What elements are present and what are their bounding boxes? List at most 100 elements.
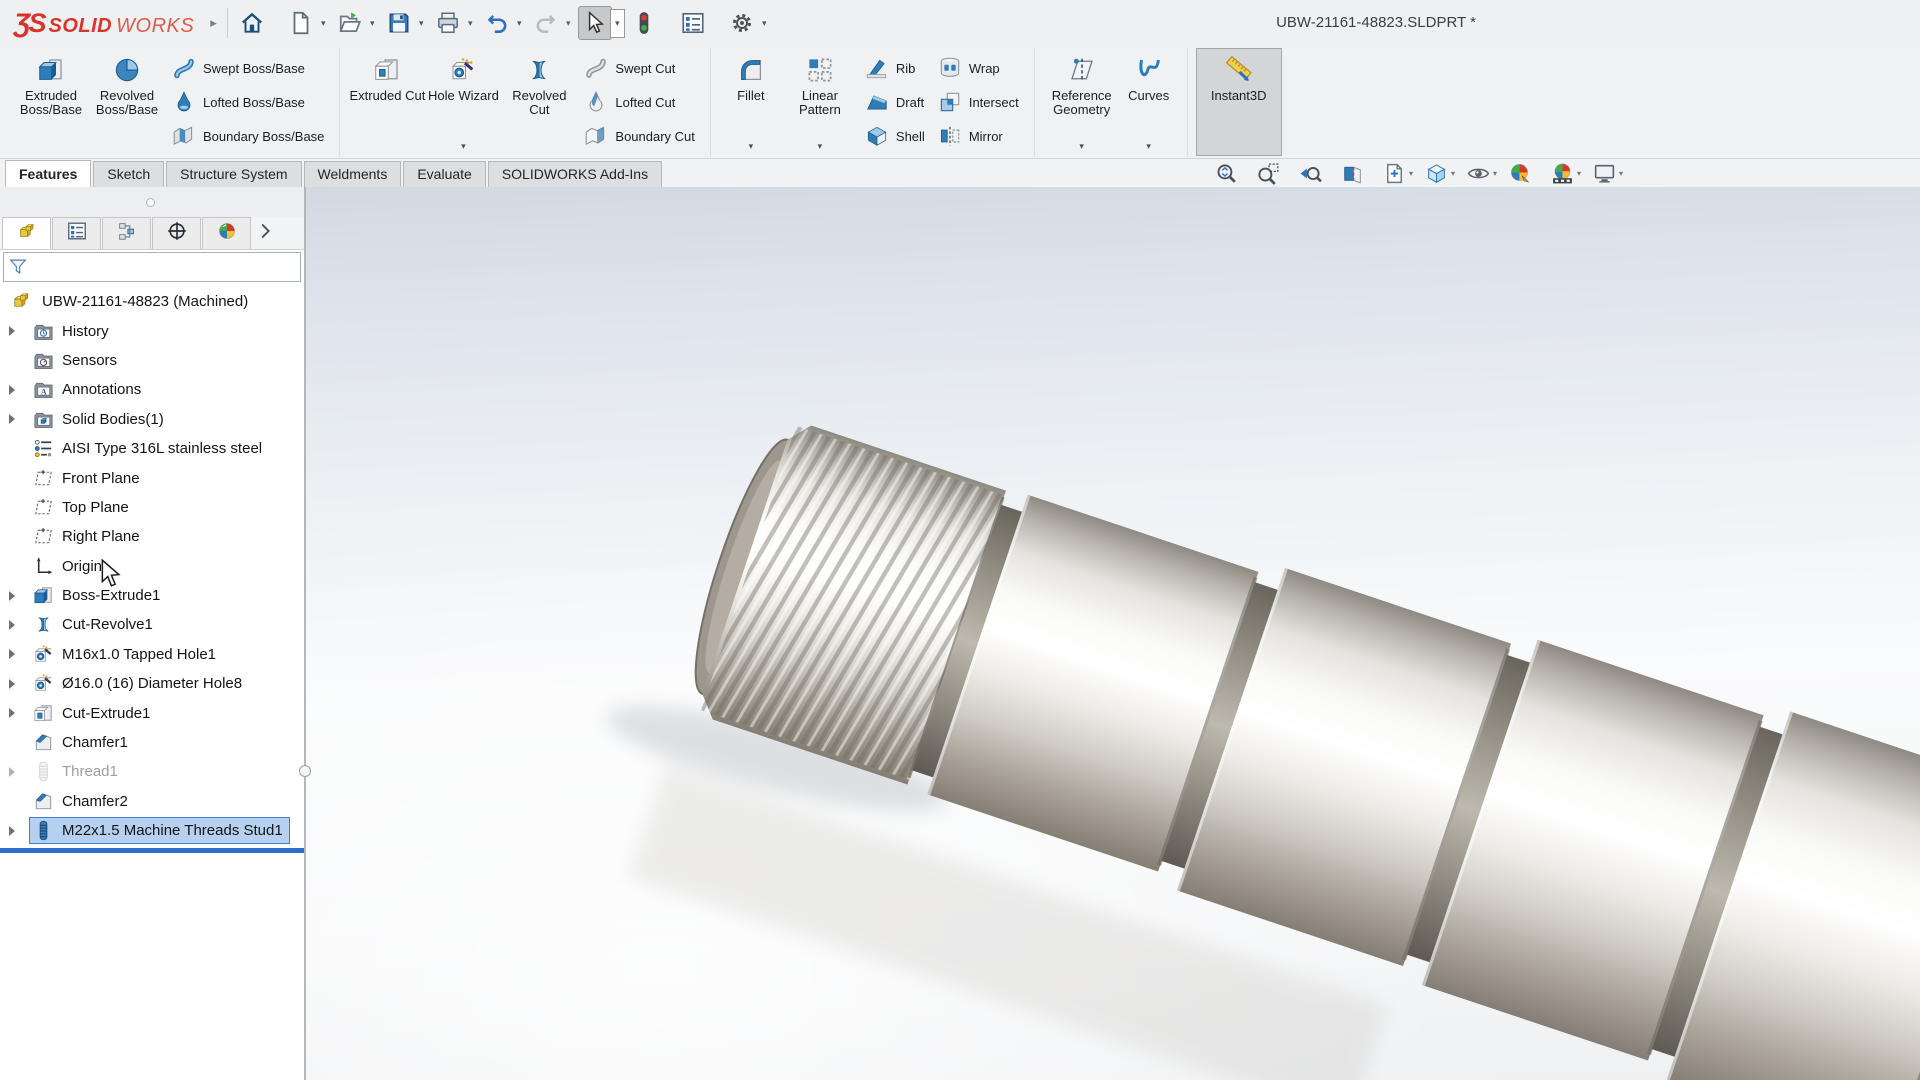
open-button[interactable]: ▾ [334,7,379,39]
dropdown-arrow-icon[interactable]: ▾ [1493,169,1504,178]
dropdown-arrow-icon[interactable]: ▾ [415,18,428,29]
zoom-to-area-button[interactable]: ▾ [1254,160,1294,186]
hole-wizard-button[interactable]: Hole Wizard ▾ [425,49,501,155]
expand-arrow-icon[interactable] [9,767,15,777]
tree-item-sensors[interactable]: Sensors [0,346,304,375]
dropdown-arrow-icon[interactable]: ▾ [611,10,624,37]
panel-tab-featuremanager[interactable] [2,217,51,249]
tab-sketch[interactable]: Sketch [93,161,164,187]
panel-splitter-handle[interactable] [299,765,311,777]
dropdown-arrow-icon[interactable]: ▾ [366,18,379,29]
tree-item-thread1[interactable]: Thread1 [0,757,304,786]
display-style-button[interactable]: ▾ [1422,160,1462,186]
expand-arrow-icon[interactable] [9,620,15,630]
view-settings-button[interactable]: ▾ [1590,160,1630,186]
new-document-button[interactable]: ▾ [285,7,330,39]
panel-collapse-handle[interactable] [146,198,155,207]
shell-button[interactable]: Shell [860,121,929,151]
expand-arrow-icon[interactable] [9,591,15,601]
tree-item-front-plane[interactable]: Front Plane [0,463,304,492]
tree-item-machine-threads-stud1[interactable]: M22x1.5 Machine Threads Stud1 [0,816,304,845]
tree-item-right-plane[interactable]: Right Plane [0,522,304,551]
apply-scene-button[interactable]: ▾ [1548,160,1588,186]
dropdown-arrow-icon[interactable]: ▾ [749,141,754,155]
boundary-boss-base-button[interactable]: Boundary Boss/Base [167,121,328,151]
tab-structure-system[interactable]: Structure System [166,161,301,187]
reference-geometry-button[interactable]: Reference Geometry ▾ [1044,49,1120,155]
tree-item-chamfer2[interactable]: Chamfer2 [0,787,304,816]
annotation-views-button[interactable]: ▾ [1380,160,1420,186]
panel-tab-dimxpertmanager[interactable] [152,217,201,249]
curves-button[interactable]: Curves ▾ [1120,49,1178,155]
dropdown-arrow-icon[interactable]: ▾ [1146,141,1151,155]
expand-arrow-icon[interactable] [9,708,15,718]
dropdown-arrow-icon[interactable]: ▾ [1619,169,1630,178]
redo-button[interactable]: ▾ [530,7,575,39]
draft-button[interactable]: Draft [860,87,929,117]
dropdown-arrow-icon[interactable]: ▾ [1409,169,1420,178]
edit-appearance-button[interactable]: ▾ [1506,160,1546,186]
tab-evaluate[interactable]: Evaluate [403,161,485,187]
intersect-button[interactable]: Intersect [933,87,1023,117]
swept-boss-base-button[interactable]: Swept Boss/Base [167,53,328,83]
lofted-cut-button[interactable]: Lofted Cut [579,87,699,117]
dropdown-arrow-icon[interactable]: ▾ [758,18,771,29]
panel-tab-displaymanager[interactable] [202,217,251,249]
save-button[interactable]: ▾ [383,7,428,39]
print-button[interactable]: ▾ [432,7,477,39]
expand-arrow-icon[interactable] [9,679,15,689]
boundary-cut-button[interactable]: Boundary Cut [579,121,699,151]
dropdown-arrow-icon[interactable]: ▾ [562,18,575,29]
dropdown-arrow-icon[interactable]: ▾ [818,141,823,155]
previous-view-button[interactable]: ▾ [1296,160,1336,186]
panel-tab-expand[interactable] [252,217,278,249]
wrap-button[interactable]: Wrap [933,53,1023,83]
dropdown-arrow-icon[interactable]: ▾ [1079,141,1084,155]
rib-button[interactable]: Rib [860,53,929,83]
rollback-bar[interactable] [0,848,304,853]
tree-item-cut-extrude1[interactable]: Cut-Extrude1 [0,698,304,727]
expand-arrow-icon[interactable] [9,826,15,836]
extruded-boss-base-button[interactable]: Extruded Boss/Base [13,49,89,155]
hide-show-items-button[interactable]: ▾ [1464,160,1504,186]
dropdown-arrow-icon[interactable]: ▾ [461,141,466,155]
expand-arrow-icon[interactable] [9,649,15,659]
lofted-boss-base-button[interactable]: Lofted Boss/Base [167,87,328,117]
dropdown-arrow-icon[interactable]: ▾ [317,18,330,29]
revolved-cut-button[interactable]: Revolved Cut [501,49,577,155]
graphics-area[interactable] [306,187,1920,1080]
linear-pattern-button[interactable]: Linear Pattern ▾ [782,49,858,155]
select-tool-button[interactable]: ▾ [579,7,624,39]
tree-item-history[interactable]: History [0,316,304,345]
tree-item-chamfer1[interactable]: Chamfer1 [0,728,304,757]
dropdown-arrow-icon[interactable]: ▾ [464,18,477,29]
options-button[interactable]: ▾ [726,7,771,39]
revolved-boss-base-button[interactable]: Revolved Boss/Base [89,49,165,155]
dropdown-arrow-icon[interactable]: ▾ [1451,169,1462,178]
tree-item-material[interactable]: AISI Type 316L stainless steel [0,434,304,463]
panel-tab-configurationmanager[interactable] [102,217,151,249]
tree-item-top-plane[interactable]: Top Plane [0,493,304,522]
tree-item-diameter-hole8[interactable]: Ø16.0 (16) Diameter Hole8 [0,669,304,698]
tab-features[interactable]: Features [5,160,91,187]
expand-arrow-icon[interactable] [9,385,15,395]
stoplight-button[interactable]: ▾ [628,7,673,39]
expand-arrow-icon[interactable] [9,326,15,336]
undo-button[interactable]: ▾ [481,7,526,39]
fillet-button[interactable]: Fillet ▾ [720,49,782,155]
panel-tab-propertymanager[interactable] [52,217,101,249]
instant3d-button[interactable]: Instant3D [1197,49,1281,155]
dropdown-arrow-icon[interactable]: ▾ [513,18,526,29]
tree-item-tapped-hole1[interactable]: M16x1.0 Tapped Hole1 [0,640,304,669]
section-view-button[interactable]: ▾ [1338,160,1378,186]
zoom-to-fit-button[interactable]: ▾ [1212,160,1252,186]
swept-cut-button[interactable]: Swept Cut [579,53,699,83]
properties-list-button[interactable]: ▾ [677,7,722,39]
extruded-cut-button[interactable]: Extruded Cut [349,49,425,155]
tree-item-solid-bodies[interactable]: Solid Bodies(1) [0,405,304,434]
home-button[interactable]: ▾ [236,7,281,39]
menu-flyout-arrow-icon[interactable]: ▸ [210,15,217,31]
expand-arrow-icon[interactable] [9,414,15,424]
tree-item-annotations[interactable]: A Annotations [0,375,304,404]
mirror-button[interactable]: Mirror [933,121,1023,151]
